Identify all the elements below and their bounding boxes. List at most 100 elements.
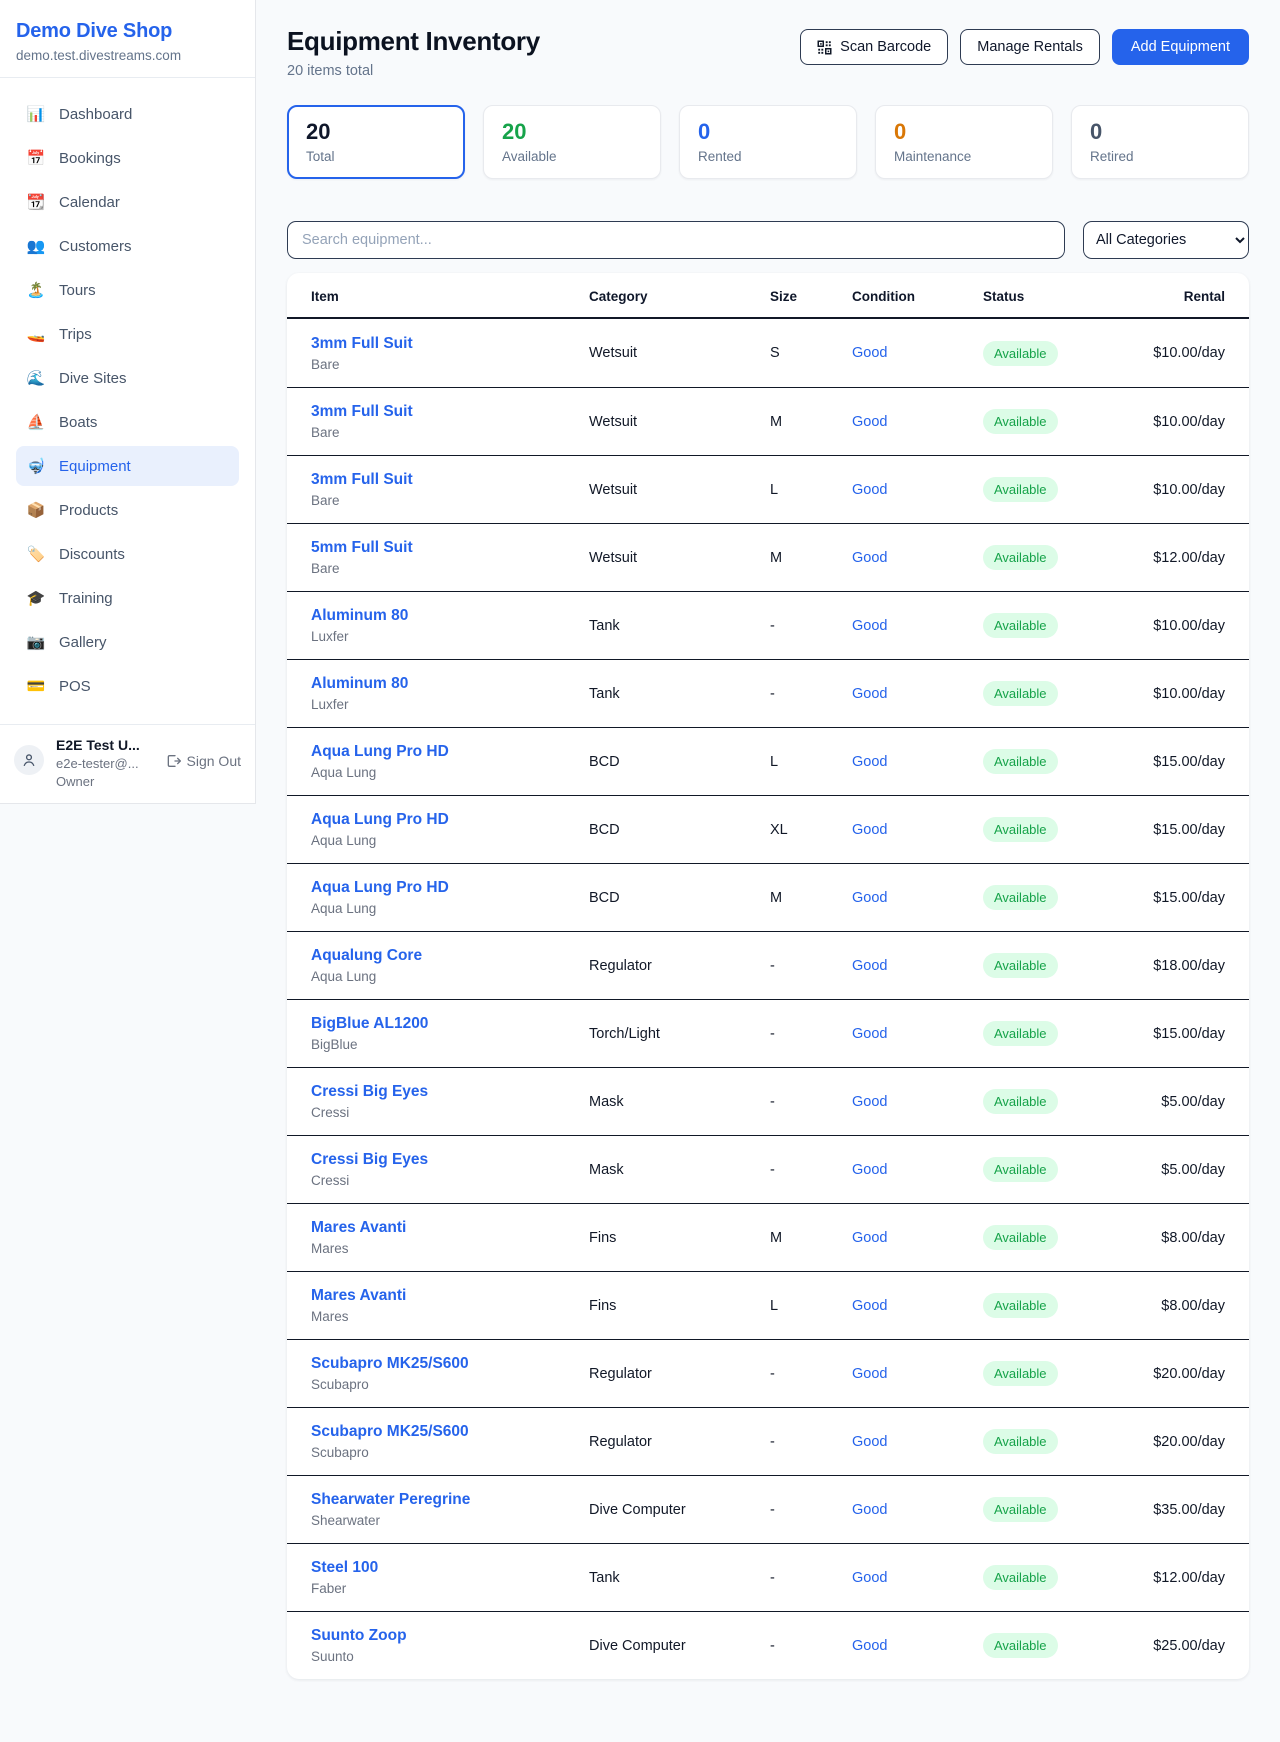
sidebar-item-trips[interactable]: 🚤Trips [16,314,239,354]
item-name-link[interactable]: 3mm Full Suit [311,403,413,420]
item-name-link[interactable]: 3mm Full Suit [311,471,413,488]
sidebar-item-boats[interactable]: ⛵Boats [16,402,239,442]
item-name-link[interactable]: Aqua Lung Pro HD [311,743,449,760]
item-condition-link[interactable]: Good [852,1570,887,1586]
item-name-link[interactable]: Aqualung Core [311,947,422,964]
item-name-link[interactable]: Shearwater Peregrine [311,1491,470,1508]
item-name-link[interactable]: Aqua Lung Pro HD [311,811,449,828]
item-name-link[interactable]: Steel 100 [311,1559,378,1576]
sidebar-item-tours[interactable]: 🏝️Tours [16,270,239,310]
item-name-link[interactable]: Suunto Zoop [311,1627,407,1644]
item-condition-link[interactable]: Good [852,1094,887,1110]
manage-rentals-button[interactable]: Manage Rentals [960,29,1100,65]
sidebar-item-pos[interactable]: 💳POS [16,666,239,706]
sign-out-button[interactable]: Sign Out [165,753,241,769]
item-cell: BigBlue AL1200BigBlue [311,1015,589,1052]
item-condition-link[interactable]: Good [852,1434,887,1450]
item-size: - [770,1434,852,1450]
item-name-link[interactable]: BigBlue AL1200 [311,1015,428,1032]
item-cell: Mares AvantiMares [311,1287,589,1324]
item-rental: $5.00/day [1133,1094,1225,1110]
item-size: L [770,754,852,770]
item-condition-link[interactable]: Good [852,1366,887,1382]
sidebar-item-equipment[interactable]: 🤿Equipment [16,446,239,486]
credit-card-icon: 💳 [26,677,46,695]
scan-barcode-button[interactable]: Scan Barcode [800,29,948,65]
item-cell: 5mm Full SuitBare [311,539,589,576]
item-condition-link[interactable]: Good [852,1162,887,1178]
item-cell: Suunto ZoopSuunto [311,1627,589,1664]
item-size: - [770,1638,852,1654]
person-icon [21,752,37,768]
table-row: Mares AvantiMaresFinsMGoodAvailable$8.00… [287,1203,1249,1271]
item-condition-link[interactable]: Good [852,958,887,974]
item-name-link[interactable]: Mares Avanti [311,1219,406,1236]
item-condition-link[interactable]: Good [852,414,887,430]
stat-value: 0 [698,119,838,145]
stat-label: Available [502,149,642,164]
item-rental: $10.00/day [1133,618,1225,634]
search-input[interactable] [287,221,1065,259]
user-name: E2E Test U... [56,737,153,753]
item-condition-link[interactable]: Good [852,1502,887,1518]
sidebar-item-calendar[interactable]: 📆Calendar [16,182,239,222]
sidebar-item-bookings[interactable]: 📅Bookings [16,138,239,178]
item-name-link[interactable]: 3mm Full Suit [311,335,413,352]
sidebar-item-training[interactable]: 🎓Training [16,578,239,618]
stat-card-rented[interactable]: 0 Rented [679,105,857,179]
sidebar-item-discounts[interactable]: 🏷️Discounts [16,534,239,574]
item-name-link[interactable]: 5mm Full Suit [311,539,413,556]
item-condition-link[interactable]: Good [852,482,887,498]
wave-icon: 🌊 [26,369,46,387]
item-condition-link[interactable]: Good [852,1026,887,1042]
stat-card-retired[interactable]: 0Retired [1071,105,1249,179]
item-condition-link[interactable]: Good [852,1230,887,1246]
item-condition-link[interactable]: Good [852,686,887,702]
stat-card-total[interactable]: 20Total [287,105,465,179]
item-brand: Luxfer [311,629,589,644]
stat-label: Rented [698,149,838,164]
status-badge: Available [983,409,1058,434]
item-category: Wetsuit [589,482,770,498]
item-name-link[interactable]: Mares Avanti [311,1287,406,1304]
item-cell: 3mm Full SuitBare [311,471,589,508]
item-name-link[interactable]: Scubapro MK25/S600 [311,1423,469,1440]
item-condition-link[interactable]: Good [852,550,887,566]
item-name-link[interactable]: Cressi Big Eyes [311,1151,428,1168]
add-equipment-button[interactable]: Add Equipment [1112,29,1249,65]
item-brand: Shearwater [311,1513,589,1528]
item-size: - [770,1026,852,1042]
item-name-link[interactable]: Aqua Lung Pro HD [311,879,449,896]
item-condition-link[interactable]: Good [852,1298,887,1314]
item-name-link[interactable]: Aluminum 80 [311,607,408,624]
item-category: Mask [589,1162,770,1178]
sidebar-item-dashboard[interactable]: 📊Dashboard [16,94,239,134]
item-condition-link[interactable]: Good [852,754,887,770]
item-condition-link[interactable]: Good [852,345,887,361]
item-brand: Luxfer [311,697,589,712]
sidebar-item-label: Equipment [59,458,131,475]
sidebar-nav: 📊Dashboard📅Bookings📆Calendar👥Customers🏝️… [0,78,255,724]
item-condition-link[interactable]: Good [852,618,887,634]
item-name-link[interactable]: Cressi Big Eyes [311,1083,428,1100]
item-condition-link[interactable]: Good [852,890,887,906]
table-row: 5mm Full SuitBareWetsuitMGoodAvailable$1… [287,523,1249,591]
status-badge: Available [983,1021,1058,1046]
sidebar-item-products[interactable]: 📦Products [16,490,239,530]
item-name-link[interactable]: Aluminum 80 [311,675,408,692]
sidebar-item-dive-sites[interactable]: 🌊Dive Sites [16,358,239,398]
category-select[interactable]: All Categories [1083,221,1249,259]
item-cell: Mares AvantiMares [311,1219,589,1256]
item-rental: $5.00/day [1133,1162,1225,1178]
stat-card-available[interactable]: 20Available [483,105,661,179]
status-badge: Available [983,1497,1058,1522]
item-condition-link[interactable]: Good [852,1638,887,1654]
stat-card-maintenance[interactable]: 0Maintenance [875,105,1053,179]
item-size: - [770,958,852,974]
sidebar-item-gallery[interactable]: 📷Gallery [16,622,239,662]
item-rental: $15.00/day [1133,822,1225,838]
table-row: Aqua Lung Pro HDAqua LungBCDXLGoodAvaila… [287,795,1249,863]
item-name-link[interactable]: Scubapro MK25/S600 [311,1355,469,1372]
item-condition-link[interactable]: Good [852,822,887,838]
sidebar-item-customers[interactable]: 👥Customers [16,226,239,266]
